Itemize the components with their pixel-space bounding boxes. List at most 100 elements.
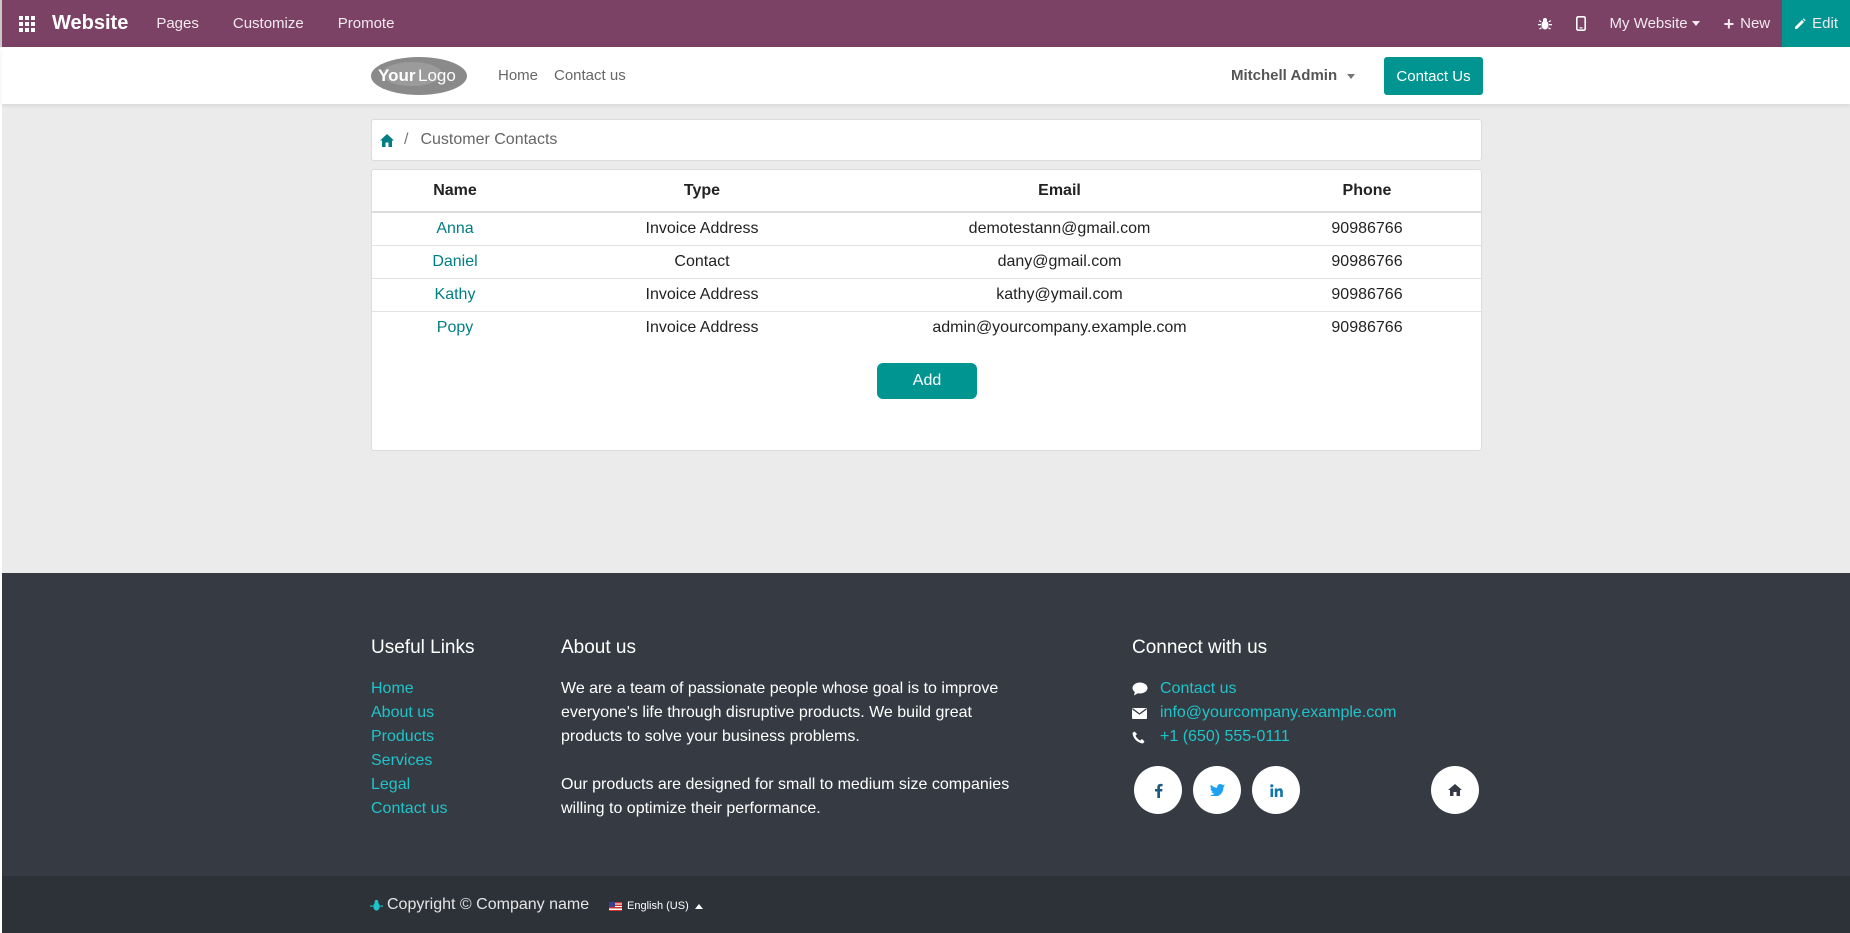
column-header-name: Name <box>372 170 538 213</box>
main-content: / Customer Contacts Name Type Email Phon… <box>2 104 1850 573</box>
svg-text:Your: Your <box>378 66 416 85</box>
debug-bug-icon[interactable] <box>1526 0 1564 47</box>
apps-menu-icon[interactable] <box>2 0 52 47</box>
connect-email-row: info@yourcompany.example.com <box>1132 701 1397 725</box>
cell-type: Invoice Address <box>645 318 759 336</box>
cell-email: dany@gmail.com <box>866 245 1253 279</box>
column-header-email: Email <box>866 170 1253 213</box>
cell-name: Popy <box>372 311 538 344</box>
cell-phone: 90986766 <box>1253 212 1481 246</box>
cell-type: Invoice Address <box>538 278 866 312</box>
home-icon[interactable] <box>1431 766 1479 814</box>
phone-icon <box>1132 731 1160 744</box>
edit-page-button[interactable]: Edit <box>1782 0 1850 47</box>
footer-link-about-us[interactable]: About us <box>371 701 447 725</box>
comment-icon <box>1132 682 1160 696</box>
table-row: Anna Invoice Address demotestann@gmail.c… <box>372 212 1481 246</box>
cell-phone: 90986766 <box>1253 278 1481 312</box>
table-header-row: Name Type Email Phone <box>372 170 1481 213</box>
cell-name: Anna <box>372 212 538 246</box>
language-selector-dropdown[interactable]: English (US) <box>609 900 703 912</box>
mobile-preview-icon[interactable] <box>1564 0 1598 47</box>
footer-link-home[interactable]: Home <box>371 677 447 701</box>
column-header-phone: Phone <box>1253 170 1481 213</box>
connect-contact-link[interactable]: Contact us <box>1160 677 1236 701</box>
breadcrumb-separator: / <box>404 131 409 148</box>
nav-contact-us[interactable]: Contact us <box>554 67 626 84</box>
new-content-button[interactable]: + New <box>1712 0 1783 47</box>
admin-navbar: Website Pages Customize Promote My Websi… <box>0 0 1850 47</box>
footer-link-products[interactable]: Products <box>371 725 447 749</box>
connect-list: Contact us info@yourcompany.example.com … <box>1132 677 1397 749</box>
table-row: Kathy Invoice Address kathy@ymail.com 90… <box>372 278 1481 312</box>
cell-email: kathy@ymail.com <box>866 278 1253 312</box>
user-name: Mitchell Admin <box>1231 67 1338 84</box>
about-us-text: We are a team of passionate people whose… <box>561 677 1011 821</box>
company-logo[interactable]: Your Logo <box>370 56 468 96</box>
user-menu-dropdown[interactable]: Mitchell Admin <box>1231 67 1356 84</box>
chevron-up-icon <box>694 903 703 909</box>
footer-link-services[interactable]: Services <box>371 749 447 773</box>
chevron-down-icon <box>1347 73 1356 79</box>
menu-promote[interactable]: Promote <box>338 15 395 32</box>
website-switcher-label: My Website <box>1609 15 1688 32</box>
connect-phone-link[interactable]: +1 (650) 555-0111 <box>1160 725 1290 749</box>
footer-link-legal[interactable]: Legal <box>371 773 447 797</box>
useful-links-title: Useful Links <box>371 637 475 658</box>
footer-link-contact-us[interactable]: Contact us <box>371 797 447 821</box>
cell-email: demotestann@gmail.com <box>866 212 1253 246</box>
menu-customize[interactable]: Customize <box>233 15 304 32</box>
connect-title: Connect with us <box>1132 637 1268 658</box>
menu-pages[interactable]: Pages <box>156 15 199 32</box>
us-flag-icon <box>609 901 622 911</box>
website-switcher-dropdown[interactable]: My Website <box>1598 0 1712 47</box>
cell-name: Kathy <box>372 278 538 312</box>
contact-name-link[interactable]: Popy <box>437 319 473 336</box>
connect-contact-row: Contact us <box>1132 677 1397 701</box>
facebook-icon[interactable] <box>1134 766 1182 814</box>
contact-name-link[interactable]: Anna <box>436 220 473 237</box>
language-label: English (US) <box>627 900 689 912</box>
add-contact-button[interactable]: Add <box>877 363 977 399</box>
chevron-down-icon <box>1691 21 1700 26</box>
nav-home[interactable]: Home <box>498 67 538 84</box>
edit-label: Edit <box>1812 15 1838 32</box>
copyright-bar: Copyright © Company name English (US) <box>2 876 1850 933</box>
about-us-title: About us <box>561 637 636 658</box>
contacts-table: Name Type Email Phone Anna Invoice Addre… <box>372 170 1481 344</box>
copyright-text-wrap: Copyright © Company name <box>370 896 589 914</box>
table-row: Daniel Contact dany@gmail.com 90986766 <box>372 245 1481 279</box>
contact-name-link[interactable]: Kathy <box>435 286 476 303</box>
table-row: Popy Invoice Address admin@yourcompany.e… <box>372 311 1481 344</box>
odoo-bug-icon <box>370 899 383 911</box>
envelope-icon <box>1132 707 1160 719</box>
svg-text:Logo: Logo <box>418 66 456 85</box>
twitter-icon[interactable] <box>1193 766 1241 814</box>
contact-us-button[interactable]: Contact Us <box>1384 57 1483 95</box>
column-header-type: Type <box>538 170 866 213</box>
cell-phone: 90986766 <box>1253 245 1481 279</box>
new-label: New <box>1740 15 1771 32</box>
about-paragraph-1: We are a team of passionate people whose… <box>561 680 999 745</box>
site-footer: Useful Links Home About us Products Serv… <box>2 573 1850 876</box>
contacts-table-card: Name Type Email Phone Anna Invoice Addre… <box>371 169 1482 451</box>
copyright-text: Copyright © Company name <box>387 896 590 913</box>
contact-name-link[interactable]: Daniel <box>432 253 477 270</box>
cell-type: Invoice Address <box>538 212 866 246</box>
about-paragraph-2: Our products are designed for small to m… <box>561 776 1010 817</box>
useful-links-list: Home About us Products Services Legal Co… <box>371 677 447 821</box>
cell-name: Daniel <box>372 245 538 279</box>
linkedin-icon[interactable] <box>1252 766 1300 814</box>
app-title[interactable]: Website <box>52 12 128 35</box>
breadcrumb-current: Customer Contacts <box>420 131 558 148</box>
cell-type: Contact <box>538 245 866 279</box>
pencil-icon <box>1795 17 1806 29</box>
cell-phone: 90986766 <box>1331 318 1403 336</box>
cell-email: admin@yourcompany.example.com <box>932 318 1187 336</box>
connect-email-link[interactable]: info@yourcompany.example.com <box>1160 701 1397 725</box>
connect-phone-row: +1 (650) 555-0111 <box>1132 725 1397 749</box>
site-header: Your Logo Home Contact us Mitchell Admin… <box>2 47 1850 104</box>
plus-icon: + <box>1723 13 1735 34</box>
breadcrumb: / Customer Contacts <box>371 119 1482 161</box>
home-icon[interactable] <box>380 133 394 147</box>
